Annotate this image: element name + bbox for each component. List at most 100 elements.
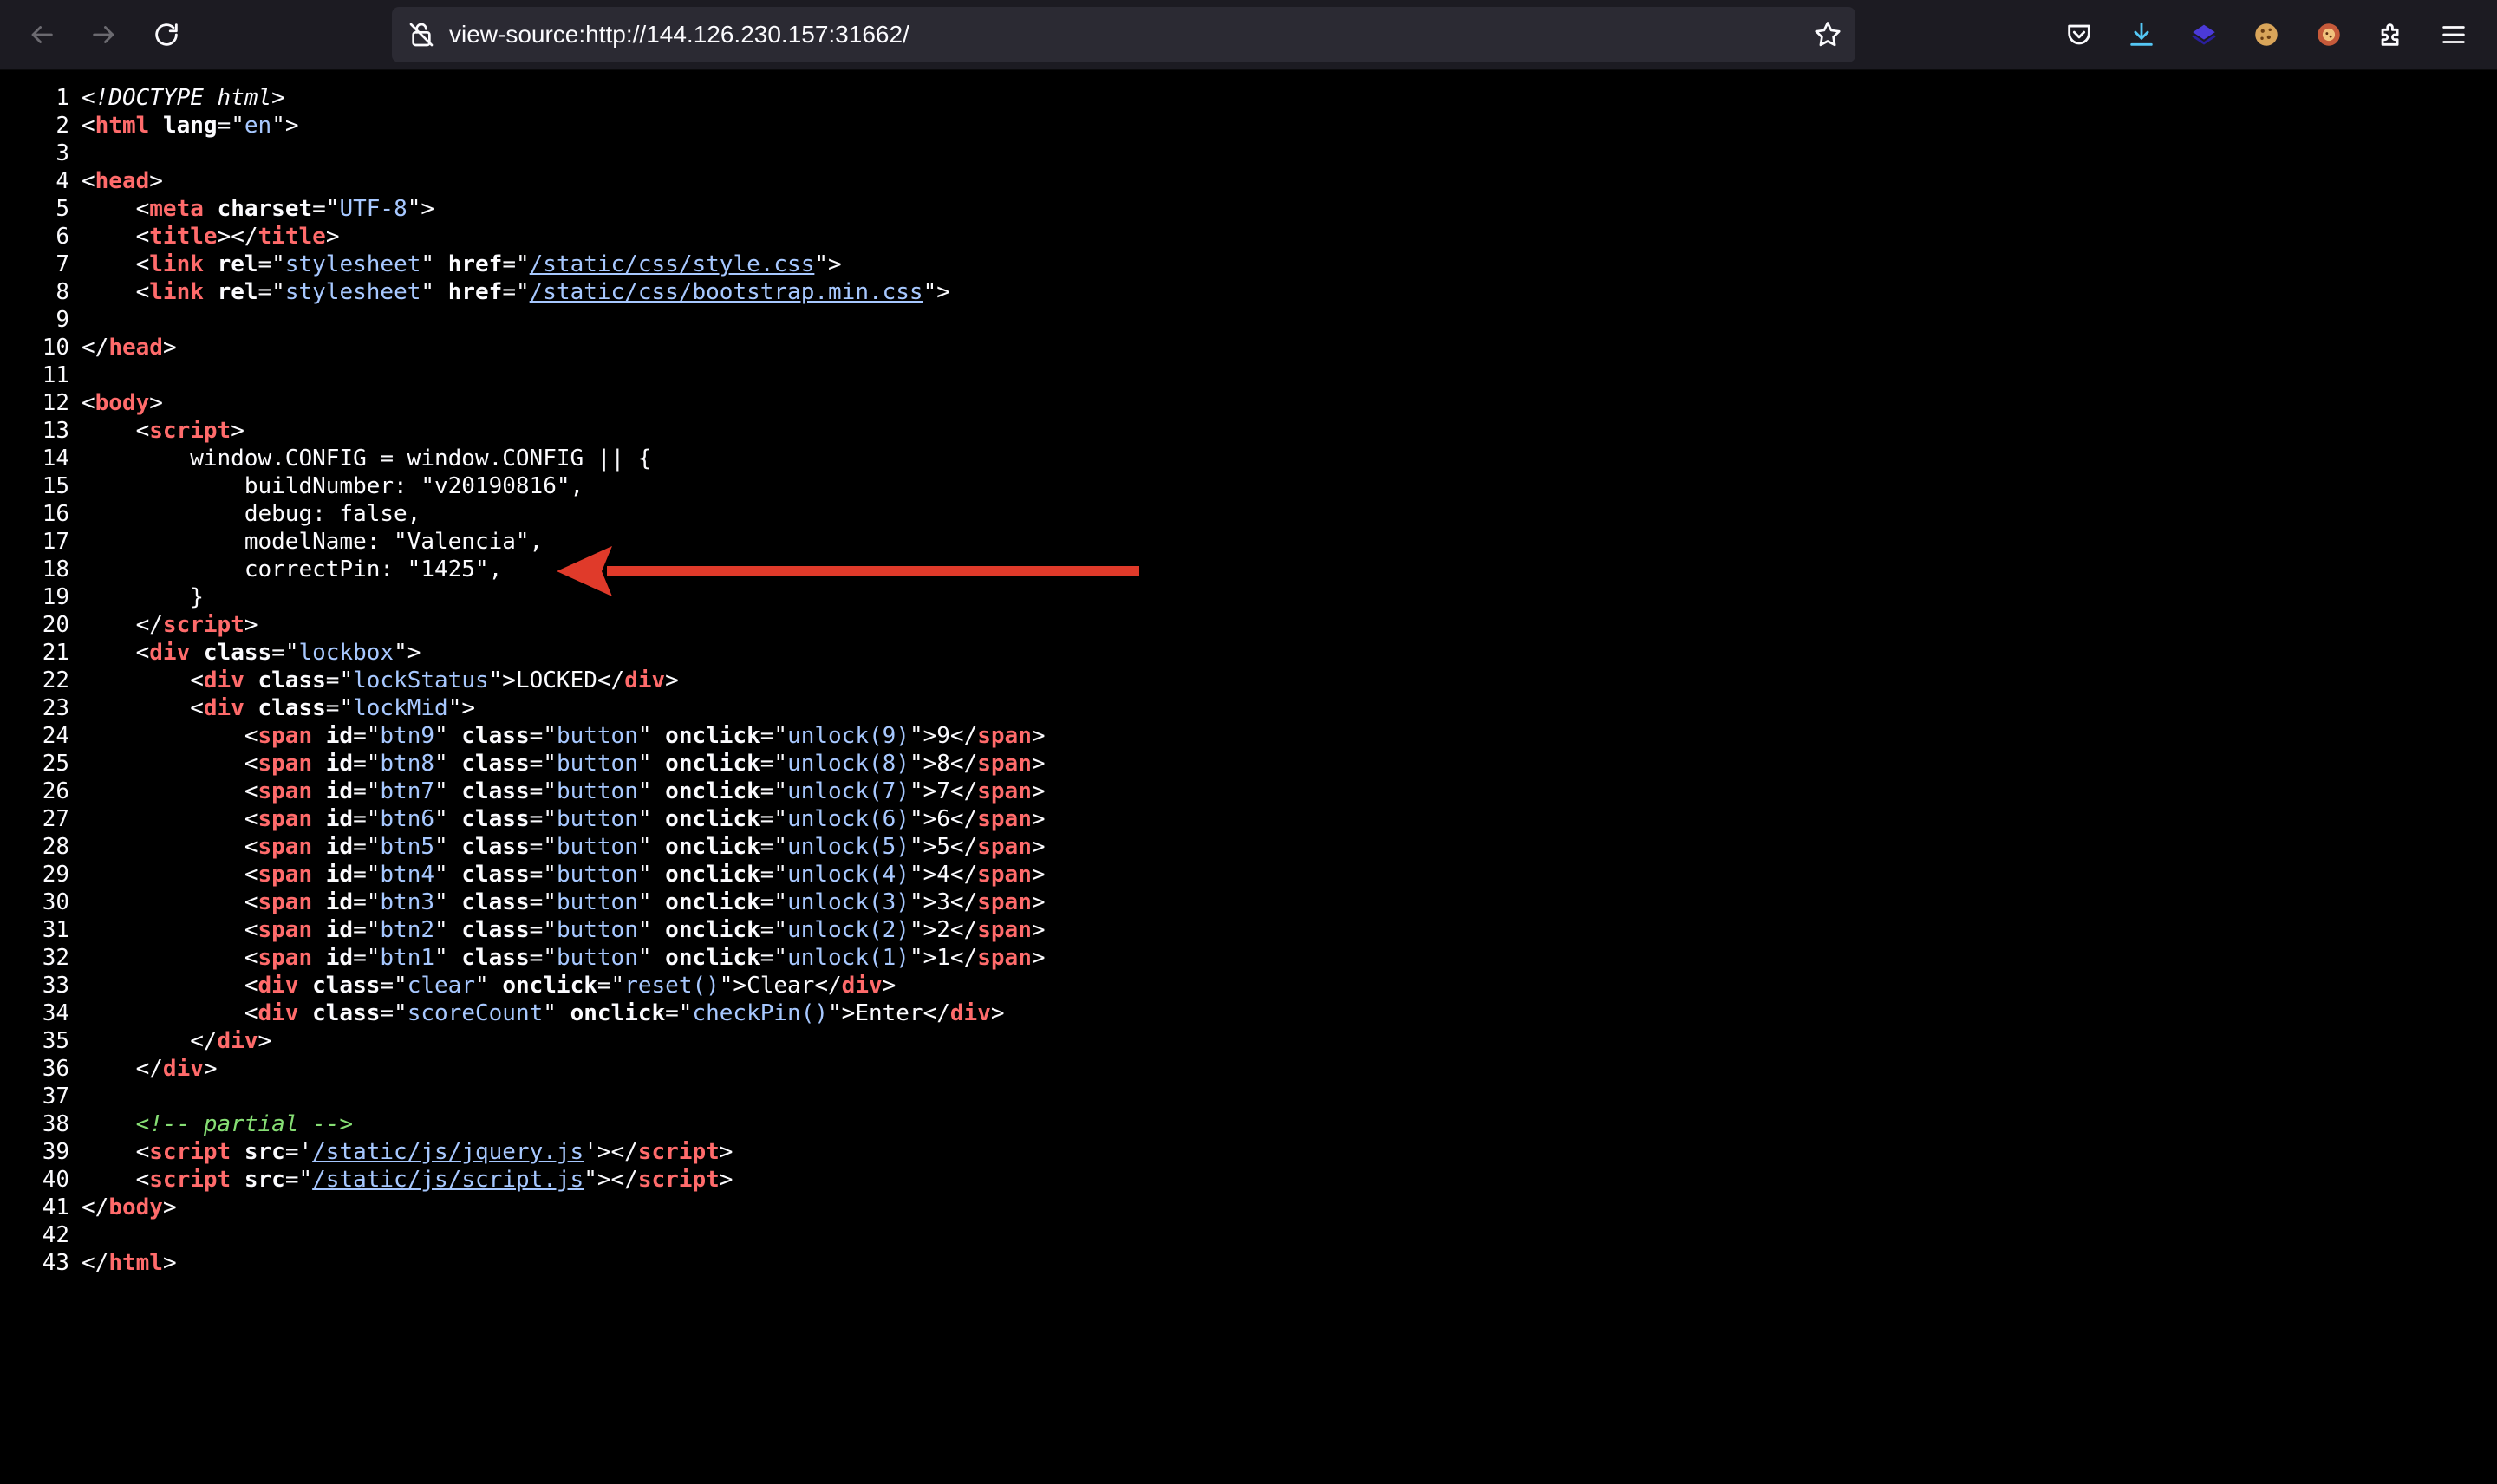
line-code: <!-- partial --> <box>81 1110 353 1138</box>
code-token: span <box>977 778 1032 804</box>
code-token: < <box>81 279 150 305</box>
code-token: span <box>258 778 313 804</box>
code-token: < <box>81 973 258 999</box>
url-text[interactable]: view-source:http://144.126.230.157:31662… <box>449 7 909 62</box>
line-number: 18 <box>42 556 69 583</box>
code-token: span <box>977 917 1032 943</box>
extension-button-1[interactable] <box>2185 16 2223 54</box>
code-token: debug: false, <box>81 501 421 527</box>
code-token: =" <box>217 113 244 139</box>
code-token: onclick <box>665 806 760 832</box>
reload-button[interactable] <box>147 16 186 54</box>
code-token: btn7 <box>380 778 435 804</box>
code-token: span <box>258 889 313 915</box>
code-token: ">7</ <box>909 778 978 804</box>
code-token: < <box>81 945 258 971</box>
code-token: script <box>149 418 231 444</box>
code-token: ">2</ <box>909 917 978 943</box>
code-token: class <box>461 834 530 860</box>
code-token: < <box>81 1167 150 1193</box>
code-token: < <box>81 723 258 749</box>
code-token: btn4 <box>380 862 435 888</box>
line-code: <span id="btn7" class="button" onclick="… <box>81 778 1046 805</box>
source-link[interactable]: /static/css/style.css <box>530 251 815 277</box>
source-link[interactable]: /static/js/script.js <box>312 1167 584 1193</box>
code-token: > <box>162 1194 177 1220</box>
forward-button[interactable] <box>85 16 123 54</box>
line-number: 15 <box>42 473 69 499</box>
code-token: " <box>637 889 666 915</box>
code-token: =" <box>353 778 381 804</box>
cookie-editor-extension-icon <box>2318 23 2340 46</box>
code-token: ">8</ <box>909 751 978 777</box>
code-token: " <box>637 862 666 888</box>
code-token: =" <box>353 917 381 943</box>
code-token: onclick <box>502 973 597 999</box>
code-token: < <box>81 224 150 250</box>
line-code: modelName: "Valencia", <box>81 528 543 556</box>
puzzle-icon <box>2381 23 2399 46</box>
code-token: unlock(5) <box>787 834 909 860</box>
code-token: > <box>1031 945 1046 971</box>
code-token: =" <box>760 945 788 971</box>
code-token: span <box>258 917 313 943</box>
code-token: < <box>81 168 95 194</box>
code-token: =" <box>380 1000 407 1026</box>
code-token: > <box>203 1056 218 1082</box>
code-token: div <box>949 1000 991 1026</box>
code-token: > <box>149 390 163 416</box>
source-line: 8 <link rel="stylesheet" href="/static/c… <box>0 278 2497 306</box>
back-button[interactable] <box>23 16 61 54</box>
source-link[interactable]: /static/js/jquery.js <box>312 1139 584 1165</box>
line-code: </html> <box>81 1249 177 1277</box>
code-token: meta <box>149 196 204 222</box>
downloads-button[interactable] <box>2122 16 2161 54</box>
code-token: " <box>637 723 666 749</box>
extensions-button[interactable] <box>2372 16 2410 54</box>
source-line: 11 <box>0 361 2497 389</box>
address-bar[interactable]: view-source:http://144.126.230.157:31662… <box>392 7 1855 62</box>
extension-button-3[interactable] <box>2310 16 2348 54</box>
code-token: unlock(2) <box>787 917 909 943</box>
code-token: =" <box>353 751 381 777</box>
code-token: id <box>325 945 354 971</box>
app-menu-button[interactable] <box>2435 16 2473 54</box>
source-line: 29 <span id="btn4" class="button" onclic… <box>0 861 2497 888</box>
code-token: title <box>149 224 218 250</box>
code-token: <!-- partial --> <box>135 1111 354 1137</box>
source-line: 28 <span id="btn5" class="button" onclic… <box>0 833 2497 861</box>
code-token: span <box>258 834 313 860</box>
code-token: " <box>434 945 462 971</box>
insecure-lock-icon[interactable] <box>407 21 435 49</box>
code-token: button <box>556 723 638 749</box>
source-line: 40 <script src="/static/js/script.js"></… <box>0 1166 2497 1194</box>
source-link[interactable]: /static/css/bootstrap.min.css <box>530 279 923 305</box>
code-token: checkPin() <box>692 1000 829 1026</box>
code-token: =" <box>258 251 285 277</box>
line-code: <script> <box>81 417 244 445</box>
code-token: body <box>95 390 150 416</box>
line-number: 27 <box>42 806 69 832</box>
code-token: script <box>162 612 244 638</box>
bookmark-star-icon[interactable] <box>1812 19 1843 50</box>
code-token: " <box>421 251 448 277</box>
code-token: =" <box>529 862 557 888</box>
line-code: <span id="btn1" class="button" onclick="… <box>81 944 1046 972</box>
line-number: 39 <box>42 1139 69 1165</box>
pocket-button[interactable] <box>2060 16 2098 54</box>
extension-button-2[interactable] <box>2247 16 2285 54</box>
code-token: =" <box>760 834 788 860</box>
source-line: 30 <span id="btn3" class="button" onclic… <box>0 888 2497 916</box>
line-number: 36 <box>42 1056 69 1082</box>
code-token: class <box>461 751 530 777</box>
code-token: ">6</ <box>909 806 978 832</box>
layers-extension-icon <box>2192 24 2216 45</box>
code-token: < <box>81 418 150 444</box>
code-token: class <box>461 889 530 915</box>
code-token: ">1</ <box>909 945 978 971</box>
source-line: 14 window.CONFIG = window.CONFIG || { <box>0 445 2497 472</box>
